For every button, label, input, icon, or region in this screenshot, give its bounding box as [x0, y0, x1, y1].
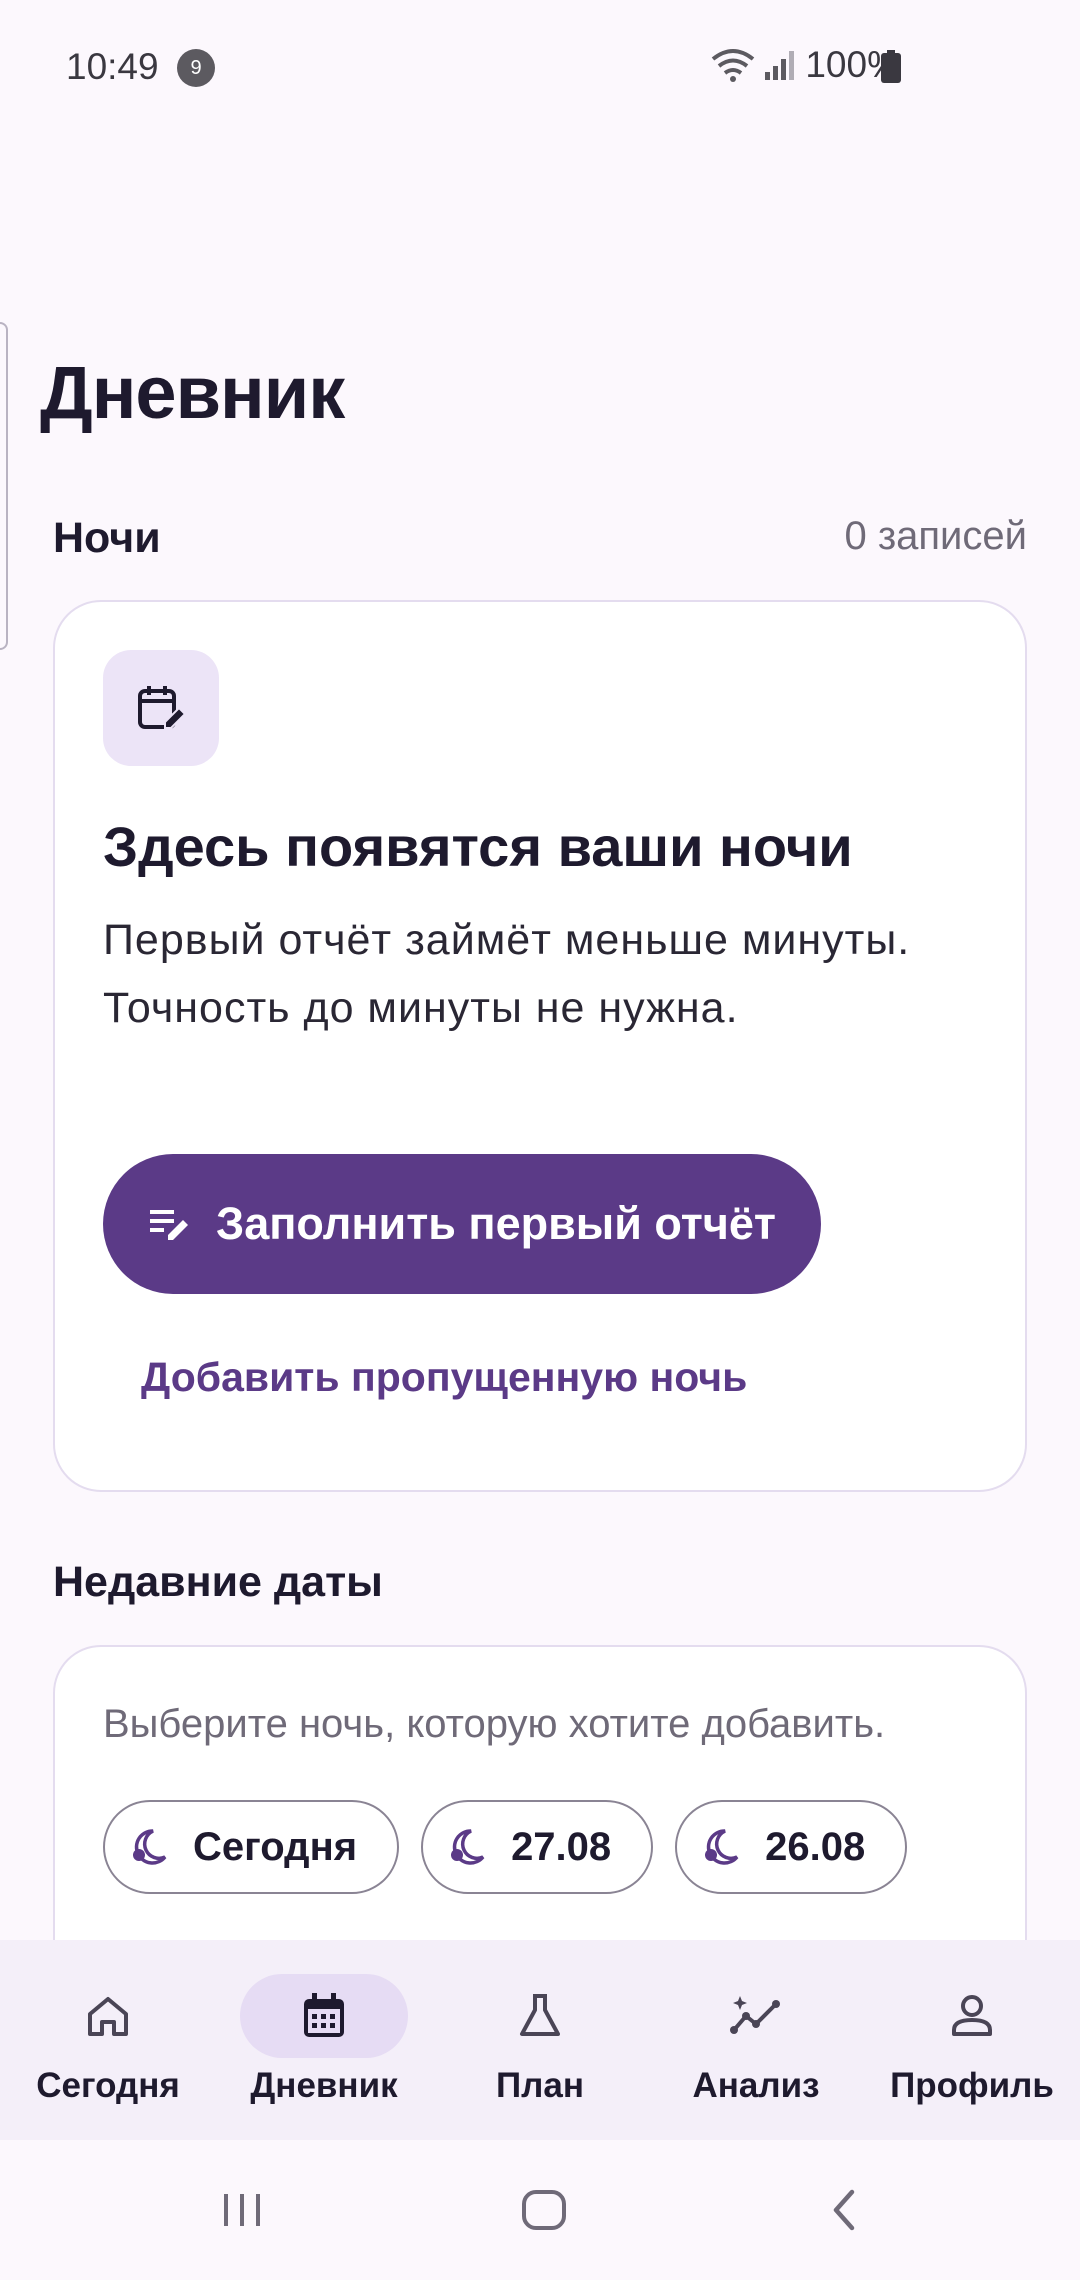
empty-state-description: Первый отчёт займёт меньше минуты. Точно… — [103, 916, 911, 1032]
notification-badge: 9 — [177, 49, 215, 87]
moon-icon — [705, 1829, 739, 1865]
status-bar: 10:49 9 100% — [0, 0, 1080, 130]
nav-item-analysis[interactable]: Анализ — [648, 1940, 864, 2140]
bottom-navigation: Сегодня Дневник План Анализ Профиль — [0, 1940, 1080, 2140]
nav-pill-active — [240, 1974, 408, 2058]
records-count: 0 записей — [844, 514, 1027, 558]
icon-tile — [103, 650, 219, 766]
nav-item-today[interactable]: Сегодня — [0, 1940, 216, 2140]
nav-label: Сегодня — [36, 2066, 180, 2105]
nav-label: Анализ — [692, 2066, 820, 2105]
date-chip-2708[interactable]: 27.08 — [421, 1800, 654, 1894]
recent-dates-section-title: Недавние даты — [53, 1558, 383, 1606]
empty-state-title: Здесь появятся ваши ночи — [103, 815, 853, 878]
nav-pill — [24, 1974, 192, 2058]
moon-icon — [451, 1829, 485, 1865]
signal-icon — [765, 51, 795, 80]
date-chip-label: Сегодня — [193, 1824, 358, 1869]
date-chip-label: 26.08 — [765, 1824, 866, 1869]
moon-icon — [133, 1829, 167, 1865]
date-chip-today[interactable]: Сегодня — [103, 1800, 400, 1894]
nav-item-profile[interactable]: Профиль — [864, 1940, 1080, 2140]
recent-dates-hint: Выберите ночь, которую хотите добавить. — [103, 1702, 886, 1746]
diary-screen: 10:49 9 100% Дневник Ночи 0 записей Здес… — [0, 0, 1080, 2280]
nav-label: Дневник — [250, 2066, 398, 2105]
nav-label: План — [496, 2066, 584, 2105]
battery-icon — [881, 50, 901, 83]
status-indicators: 100% — [711, 44, 900, 86]
flask-icon — [520, 1994, 560, 2036]
fill-first-report-button[interactable]: Заполнить первый отчёт — [103, 1154, 821, 1294]
nav-label: Профиль — [890, 2066, 1054, 2105]
back-icon[interactable] — [820, 2180, 868, 2240]
nav-pill — [888, 1974, 1056, 2058]
system-navigation-bar — [0, 2140, 1080, 2280]
person-icon — [952, 1995, 992, 2036]
analytics-icon — [730, 1996, 780, 2034]
recent-apps-icon[interactable] — [218, 2180, 266, 2240]
date-chip-label: 27.08 — [511, 1824, 612, 1869]
nav-pill — [672, 1974, 840, 2058]
edge-panel-handle[interactable] — [0, 322, 8, 650]
calendar-edit-icon — [138, 686, 187, 729]
add-missed-night-button[interactable]: Добавить пропущенную ночь — [141, 1354, 747, 1401]
status-time: 10:49 — [66, 46, 159, 87]
edit-note-icon — [150, 1210, 189, 1240]
nights-section-title: Ночи — [53, 514, 161, 562]
date-chip-2608[interactable]: 26.08 — [675, 1800, 908, 1894]
fill-first-report-label: Заполнить первый отчёт — [216, 1198, 776, 1249]
nav-item-plan[interactable]: План — [432, 1940, 648, 2140]
nav-pill — [456, 1974, 624, 2058]
date-chips: Сегодня 27.08 26.08 — [103, 1800, 908, 1894]
page-title: Дневник — [40, 351, 345, 434]
home-button-icon[interactable] — [516, 2180, 572, 2240]
wifi-icon — [712, 49, 755, 82]
nights-empty-card: Здесь появятся ваши ночи Первый отчёт за… — [53, 600, 1027, 1492]
nav-item-diary[interactable]: Дневник — [216, 1940, 432, 2140]
home-icon — [88, 1997, 128, 2036]
calendar-icon — [304, 1993, 344, 2037]
